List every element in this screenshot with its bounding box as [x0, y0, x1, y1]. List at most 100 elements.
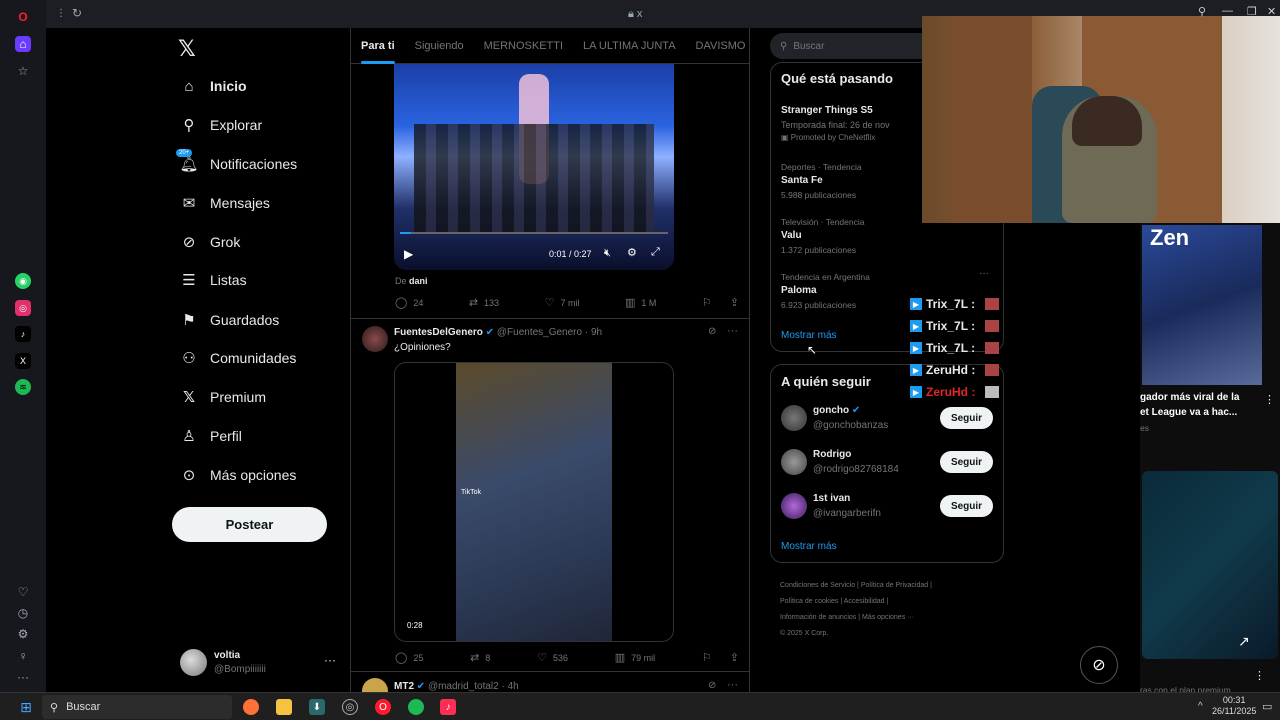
- show-more-link[interactable]: Mostrar más: [781, 330, 837, 341]
- open-external-icon[interactable]: ↗: [1238, 633, 1250, 650]
- author-name[interactable]: FuentesDelGenero: [394, 327, 483, 338]
- follow-item[interactable]: 1st ivan @ivangarberifn Seguir: [771, 493, 1003, 527]
- x-app-icon[interactable]: X: [15, 353, 31, 369]
- reply-button[interactable]: ◯ 24: [395, 296, 423, 309]
- grok-icon[interactable]: ⊘: [708, 326, 716, 337]
- tab-la-ultima-junta[interactable]: LA ULTIMA JUNTA: [573, 28, 686, 64]
- whatsapp-icon[interactable]: ◉: [15, 273, 31, 289]
- heart-icon[interactable]: ♡: [15, 584, 31, 600]
- avatar[interactable]: [362, 678, 388, 692]
- nav-notificaciones[interactable]: 🔔︎ 20+ Notificaciones: [176, 149, 297, 176]
- nav-explorar[interactable]: ⚲ Explorar: [180, 113, 263, 137]
- tiktok-icon[interactable]: ♪: [440, 699, 456, 715]
- nav-premium[interactable]: 𝕏 Premium: [180, 385, 266, 409]
- tab-davismo[interactable]: DAVISMO: [686, 28, 749, 64]
- x-logo-icon[interactable]: 𝕏: [178, 36, 196, 62]
- bookmark-button[interactable]: ⚐ ⇪: [702, 296, 739, 309]
- author-handle[interactable]: @madrid_total2: [428, 681, 499, 692]
- like-button[interactable]: ♡ 7 mil: [545, 296, 580, 309]
- volume-muted-icon[interactable]: 🔇︎: [604, 247, 611, 260]
- address-bar[interactable]: 🔒︎ x: [628, 8, 642, 21]
- trend-item[interactable]: Stranger Things S5 Temporada final: 26 d…: [781, 105, 921, 142]
- avatar[interactable]: [362, 326, 388, 352]
- show-more-link[interactable]: Mostrar más: [781, 541, 837, 552]
- follow-button[interactable]: Seguir: [940, 407, 993, 429]
- footer-link[interactable]: Información de anuncios: [780, 614, 856, 621]
- reply-button[interactable]: ◯ 25: [395, 651, 423, 664]
- tab-siguiendo[interactable]: Siguiendo: [405, 28, 474, 64]
- more-vert-icon[interactable]: ⋮: [1264, 393, 1275, 406]
- tweet1-video[interactable]: ▶ 0:01 / 0:27 🔇︎ ⚙ ⤢: [394, 64, 674, 270]
- fullscreen-icon[interactable]: ⤢: [651, 246, 660, 259]
- nav-perfil[interactable]: ♙ Perfil: [180, 424, 242, 448]
- more-dots-icon[interactable]: ···: [727, 679, 738, 691]
- tab-para-ti[interactable]: Para ti: [351, 28, 405, 64]
- video-thumbnail[interactable]: Zen: [1142, 225, 1262, 385]
- settings-icon[interactable]: ⚙: [15, 626, 31, 642]
- footer-link[interactable]: Más opciones ···: [862, 614, 914, 621]
- chevron-up-icon[interactable]: ^: [1198, 701, 1203, 712]
- close-icon[interactable]: ✕: [1267, 5, 1276, 18]
- author-handle[interactable]: @Fuentes_Genero: [497, 327, 582, 338]
- grok-icon[interactable]: ⊘: [708, 680, 716, 691]
- taskbar-search[interactable]: ⚲ Buscar: [42, 695, 232, 719]
- reload-icon[interactable]: ↻: [72, 6, 82, 20]
- post-button[interactable]: Postear: [172, 507, 327, 542]
- trend-item[interactable]: Tendencia en Argentina Paloma 6.923 publ…: [781, 272, 931, 310]
- more-dots-icon[interactable]: ···: [727, 325, 738, 337]
- follow-item[interactable]: goncho ✔ @gonchobanzas Seguir: [771, 405, 1003, 439]
- video-thumbnail[interactable]: ↗: [1142, 471, 1278, 659]
- notification-icon[interactable]: ▭: [1262, 700, 1272, 713]
- spotify-icon[interactable]: [408, 699, 424, 715]
- nav-grok[interactable]: ⊘ Grok: [180, 230, 241, 254]
- views-button[interactable]: ▥ 1 M: [625, 296, 656, 309]
- retweet-button[interactable]: ⇄ 133: [469, 296, 499, 309]
- settings-icon[interactable]: ⚙: [627, 246, 637, 259]
- retweet-button[interactable]: ⇄ 8: [470, 651, 490, 664]
- video-progress-track[interactable]: [400, 232, 668, 234]
- share-icon[interactable]: ⇪: [730, 651, 739, 664]
- trend-item[interactable]: Deportes · Tendencia Santa Fe 5.988 publ…: [781, 162, 931, 200]
- windows-start-icon[interactable]: ⊞: [18, 699, 34, 715]
- views-button[interactable]: ▥ 79 mil: [615, 651, 655, 664]
- tab-mernosketti[interactable]: MERNOSKETTI: [474, 28, 573, 64]
- footer-link[interactable]: Condiciones de Servicio: [780, 582, 855, 589]
- nav-mensajes[interactable]: ✉ Mensajes: [180, 191, 270, 215]
- bookmark-button[interactable]: ⚐ ⇪: [702, 651, 739, 664]
- follow-item[interactable]: Rodrigo @rodrigo82768184 Seguir: [771, 449, 1003, 483]
- nav-comunidades[interactable]: ⚇ Comunidades: [180, 346, 296, 370]
- opera-logo-icon[interactable]: O: [15, 9, 31, 25]
- nav-inicio[interactable]: ⌂ Inicio: [180, 74, 246, 98]
- footer-link[interactable]: Accesibilidad: [844, 598, 885, 605]
- share-icon[interactable]: ⇪: [730, 296, 739, 309]
- app-icon[interactable]: ⬇: [309, 699, 325, 715]
- opera-icon[interactable]: O: [375, 699, 391, 715]
- instagram-icon[interactable]: ◎: [15, 300, 31, 316]
- minimize-icon[interactable]: —: [1222, 5, 1233, 17]
- play-icon[interactable]: ▶: [404, 247, 413, 261]
- nav-guardados[interactable]: ⚑ Guardados: [180, 308, 279, 332]
- search-icon[interactable]: ⚲: [1198, 5, 1206, 18]
- clock[interactable]: 00:31 26/11/2025: [1212, 695, 1256, 717]
- spotify-icon[interactable]: ≋: [15, 379, 31, 395]
- firefox-icon[interactable]: [243, 699, 259, 715]
- follow-button[interactable]: Seguir: [940, 451, 993, 473]
- tiktok-icon[interactable]: ♪: [15, 326, 31, 342]
- nav-listas[interactable]: ☰ Listas: [180, 268, 246, 292]
- aria-icon[interactable]: ☆: [15, 63, 31, 79]
- from-name[interactable]: dani: [409, 276, 428, 286]
- history-icon[interactable]: ◷: [15, 605, 31, 621]
- footer-link[interactable]: Política de cookies: [780, 598, 838, 605]
- footer-link[interactable]: Política de Privacidad: [861, 582, 928, 589]
- obs-icon[interactable]: ◎: [342, 699, 358, 715]
- more-dots-icon[interactable]: ···: [979, 268, 989, 279]
- tweet2-video[interactable]: TikTok 0:28: [394, 362, 674, 642]
- more-dots-icon[interactable]: ⋮: [1254, 669, 1265, 682]
- maximize-icon[interactable]: ❐: [1247, 5, 1257, 18]
- more-dots-icon[interactable]: ···: [15, 669, 31, 685]
- video-title[interactable]: gador más viral de la et League va a hac…: [1140, 390, 1280, 420]
- menu-dots-icon[interactable]: ⋮: [56, 8, 66, 19]
- like-button[interactable]: ♡ 536: [537, 651, 568, 664]
- trend-item[interactable]: Televisión · Tendencia Valu 1.372 public…: [781, 217, 931, 255]
- author-name[interactable]: MT2: [394, 681, 414, 692]
